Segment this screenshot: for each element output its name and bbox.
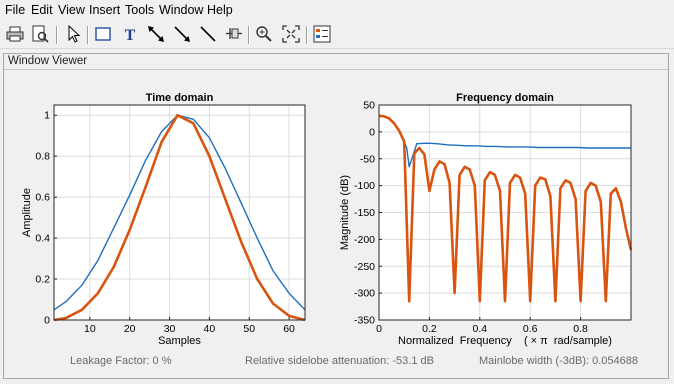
x-tick-label: 0.2	[422, 323, 437, 335]
y-tick-label: -250	[354, 261, 375, 273]
x-tick-label: 0.6	[523, 323, 538, 335]
x-tick-label: 0	[376, 323, 382, 335]
y-tick-label: 50	[363, 100, 375, 112]
y-tick-label: -150	[354, 207, 375, 219]
y-tick-label: -50	[360, 153, 375, 165]
y-tick-label: 0	[369, 126, 375, 138]
sidelobe-attenuation-text: Relative sidelobe attenuation: -53.1 dB	[245, 355, 434, 367]
frequency-domain-chart: 0 0.2 0.4 0.6 0.8 50 0 -50 -100 -150 -200 -250 -300 -…	[339, 92, 633, 347]
x-axis-label: Normalized Frequency ( × π rad/sample)	[398, 335, 612, 347]
y-tick-label: -300	[354, 288, 375, 300]
y-tick-label: -100	[354, 180, 375, 192]
mainlobe-width-text: Mainlobe width (-3dB): 0.054688	[479, 355, 638, 367]
y-tick-label: -200	[354, 234, 375, 246]
chart-title: Frequency domain	[456, 92, 554, 104]
y-axis-label: Magnitude (dB)	[339, 175, 351, 250]
y-tick-label: -350	[354, 315, 375, 327]
x-tick-label: 0.4	[472, 323, 487, 335]
x-tick-label: 0.8	[573, 323, 588, 335]
leakage-factor-text: Leakage Factor: 0 %	[70, 355, 172, 367]
